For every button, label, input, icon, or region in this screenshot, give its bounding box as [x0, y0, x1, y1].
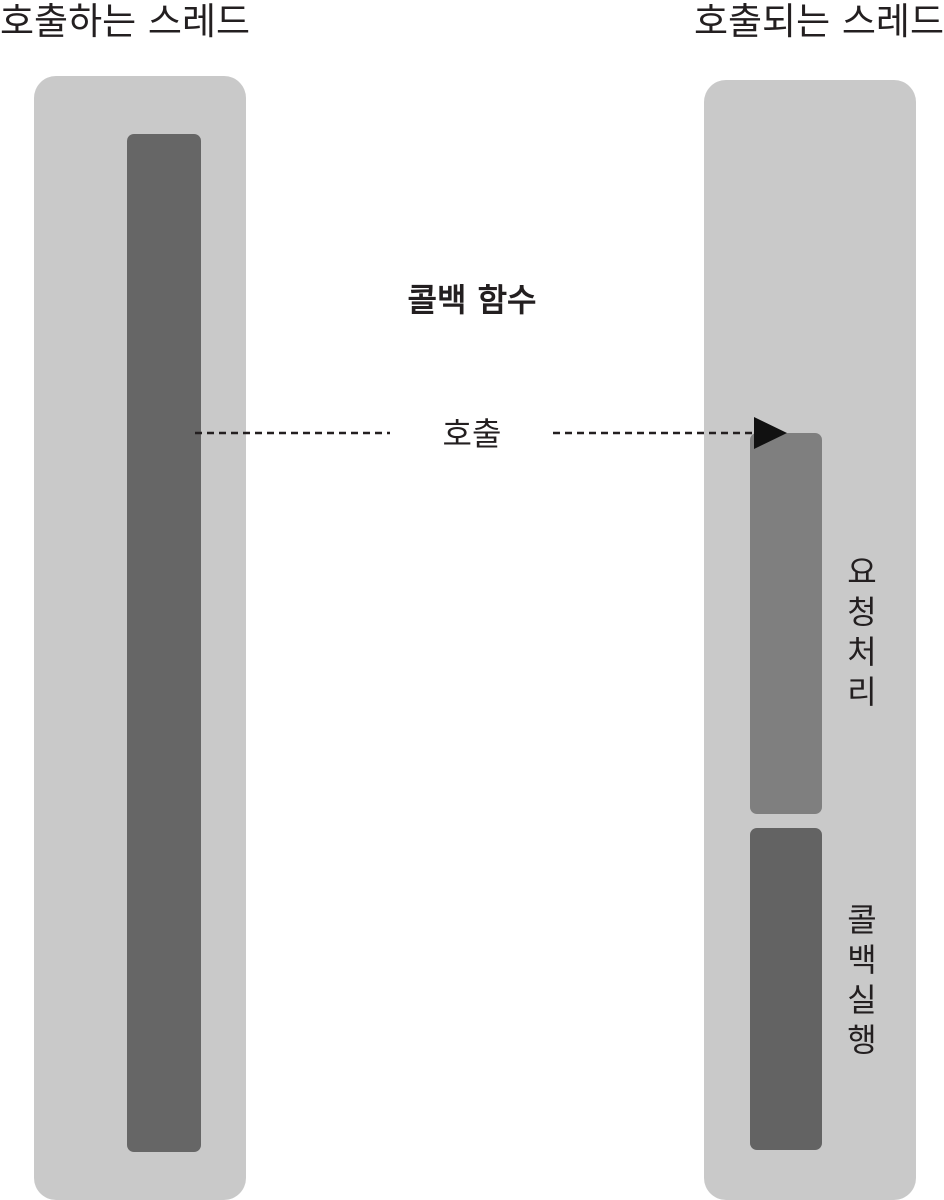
callee-thread-title: 호출되는 스레드 [693, 0, 944, 43]
callback-execution-label: 콜백 실행 [847, 901, 877, 1059]
caller-activity-bar [127, 134, 201, 1152]
callback-execution-bar [750, 828, 822, 1150]
request-processing-bar [750, 433, 822, 814]
callback-function-label: 콜백 함수 [407, 281, 537, 319]
request-processing-label: 요청 처리 [847, 553, 877, 711]
caller-thread-title: 호출하는 스레드 [0, 0, 251, 43]
call-label: 호출 [442, 415, 502, 453]
